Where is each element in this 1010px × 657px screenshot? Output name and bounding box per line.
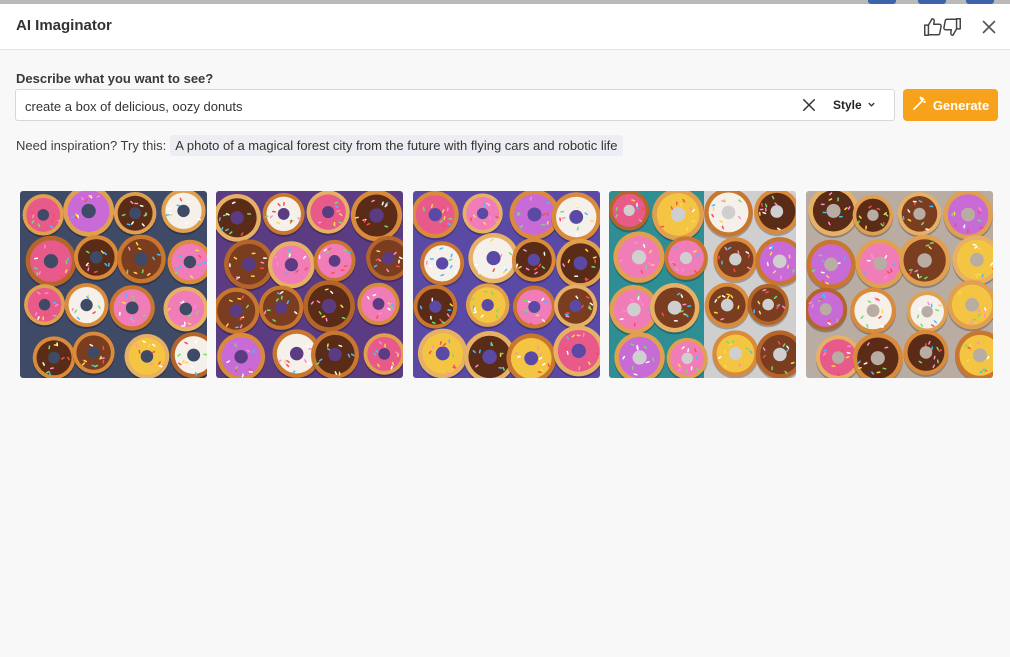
- magic-wand-icon: [912, 96, 927, 114]
- donut-image-5[interactable]: [806, 191, 993, 378]
- panel-title: AI Imaginator: [16, 17, 112, 34]
- close-icon[interactable]: [978, 16, 1000, 38]
- style-dropdown[interactable]: Style: [833, 96, 876, 114]
- donut-image-4[interactable]: [609, 191, 796, 378]
- donut-image-1[interactable]: [20, 191, 207, 378]
- generate-label: Generate: [932, 97, 990, 113]
- generate-button[interactable]: Generate: [903, 89, 998, 121]
- inspiration-suggestion[interactable]: A photo of a magical forest city from th…: [170, 135, 623, 156]
- prompt-field[interactable]: Style: [15, 89, 895, 122]
- panel-header: AI Imaginator: [0, 4, 1010, 50]
- thumbs-down-icon[interactable]: [941, 16, 963, 38]
- chevron-down-icon: [867, 98, 876, 112]
- prompt-label: Describe what you want to see?: [16, 71, 214, 86]
- prompt-input[interactable]: [23, 90, 787, 122]
- donut-image-3[interactable]: [413, 191, 600, 378]
- inspiration-label: Need inspiration? Try this:: [16, 138, 167, 153]
- style-label: Style: [833, 98, 862, 112]
- inspiration-row: Need inspiration? Try this: A photo of a…: [16, 135, 623, 156]
- clear-icon[interactable]: [800, 96, 818, 114]
- donut-image-2[interactable]: [216, 191, 403, 378]
